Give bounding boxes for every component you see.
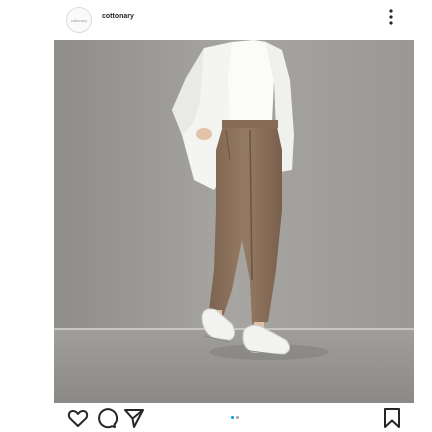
action-bar — [54, 403, 414, 432]
save-button[interactable] — [380, 406, 404, 430]
more-vertical-icon — [389, 8, 393, 30]
username[interactable]: cottonary — [102, 13, 134, 20]
like-button[interactable] — [66, 406, 90, 430]
post-header: cottonary cottonary — [54, 0, 414, 40]
carousel-dot-active — [231, 416, 234, 419]
share-button[interactable] — [122, 406, 146, 430]
carousel-indicator — [228, 416, 242, 422]
comment-icon — [94, 406, 118, 430]
avatar-logo-text: cottonary — [70, 17, 88, 23]
bookmark-icon — [380, 406, 404, 430]
carousel-dot — [236, 416, 239, 419]
outfit-photo-illustration — [54, 40, 414, 403]
comment-button[interactable] — [94, 406, 118, 430]
heart-icon — [66, 406, 90, 430]
avatar[interactable]: cottonary — [66, 7, 92, 33]
share-icon — [122, 406, 146, 430]
more-options-button[interactable] — [384, 6, 398, 32]
post-photo[interactable] — [54, 40, 414, 403]
